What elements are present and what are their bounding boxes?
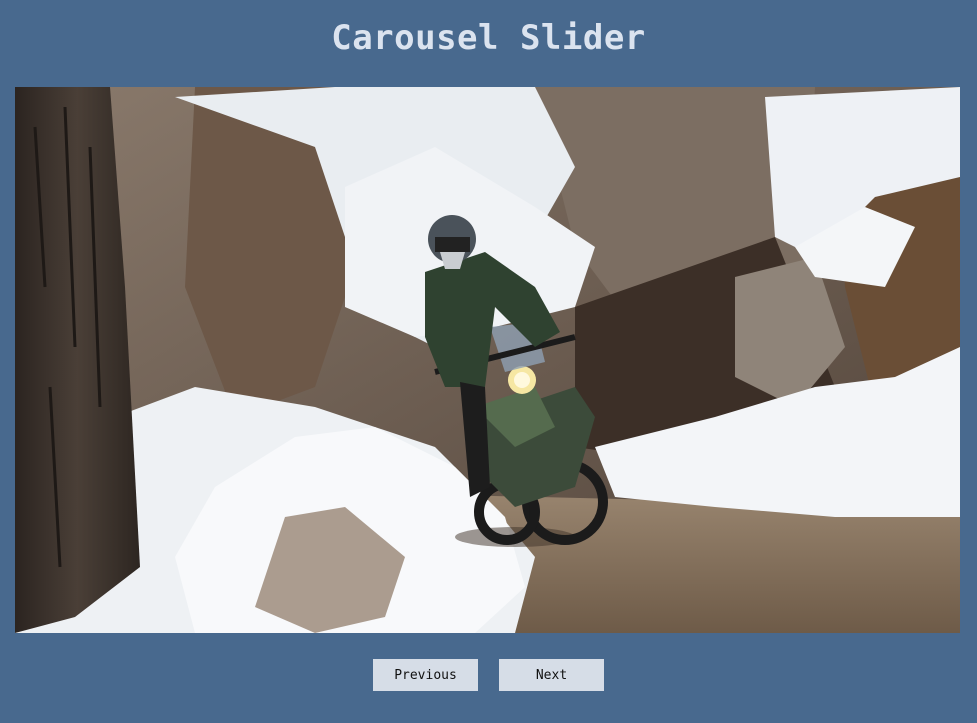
carousel-slide-image <box>15 87 960 633</box>
page-title: Carousel Slider <box>331 18 646 58</box>
carousel-controls: Previous Next <box>0 659 977 691</box>
next-button[interactable]: Next <box>499 659 604 691</box>
previous-button[interactable]: Previous <box>373 659 478 691</box>
